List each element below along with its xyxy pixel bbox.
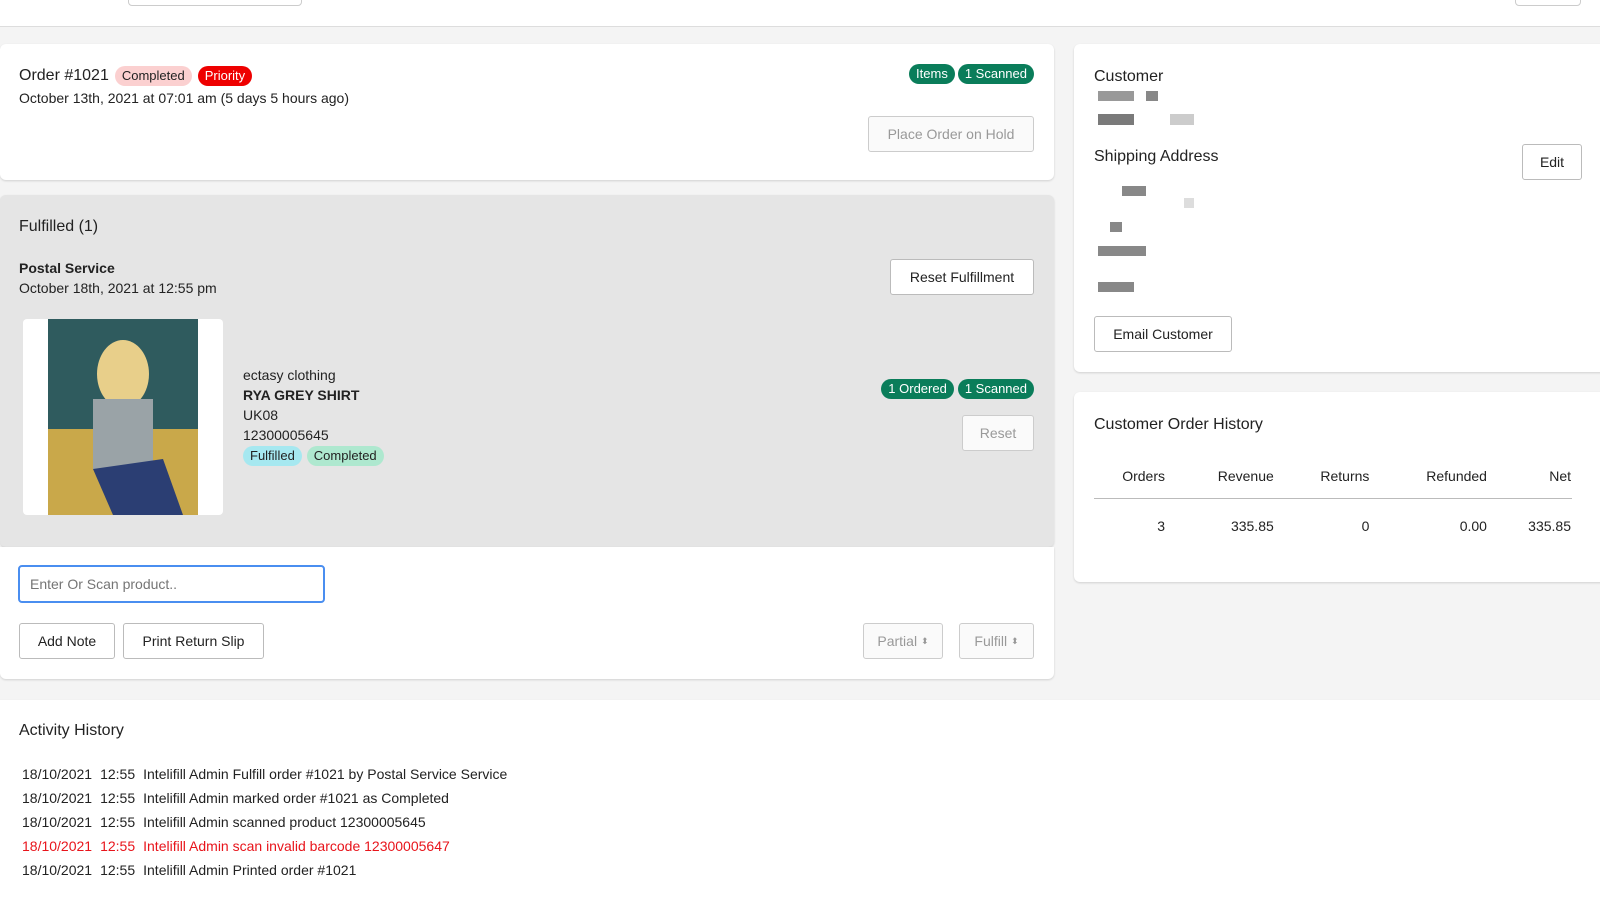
customer-card: Customer Shipping Address Edit Email Cus…: [1074, 44, 1600, 372]
activity-title: Activity History: [19, 722, 124, 740]
col-orders: Orders: [1094, 454, 1166, 498]
edit-address-button[interactable]: Edit: [1522, 144, 1582, 180]
redacted-name: [1098, 91, 1134, 101]
product-image: [23, 319, 223, 515]
activity-time: 12:55: [100, 838, 135, 854]
carrier-name: Postal Service: [19, 260, 115, 276]
items-badge: Items: [909, 64, 955, 84]
activity-row: 18/10/2021 12:55 Intelifill Admin Printed …: [22, 862, 364, 878]
activity-date: 18/10/2021: [22, 838, 92, 854]
add-note-button[interactable]: Add Note: [19, 623, 115, 659]
order-date: October 13th, 2021 at 07:01 am (5 days 5…: [19, 90, 349, 106]
activity-date: 18/10/2021: [22, 814, 92, 830]
fulfill-select[interactable]: Fulfill ⬍: [959, 623, 1034, 659]
reset-fulfillment-button[interactable]: Reset Fulfillment: [890, 259, 1034, 295]
cell-orders: 3: [1094, 498, 1166, 554]
activity-text: Intelifill Admin Fulfill order #1021 by …: [143, 766, 507, 782]
redacted-address: [1098, 246, 1146, 256]
redacted-email: [1098, 114, 1134, 125]
fulfilled-badge: Fulfilled: [243, 446, 302, 466]
order-title: Order #1021: [19, 67, 109, 85]
activity-row: 18/10/2021 12:55 Intelifill Admin Fulfill …: [22, 766, 515, 782]
fulfilled-date: October 18th, 2021 at 12:55 pm: [19, 280, 217, 296]
fulfilled-title: Fulfilled (1): [19, 218, 98, 236]
scanned-badge: 1 Scanned: [958, 64, 1034, 84]
activity-date: 18/10/2021: [22, 862, 92, 878]
activity-text: Intelifill Admin scan invalid barcode 12…: [143, 838, 450, 854]
product-name: RYA GREY SHIRT: [243, 385, 384, 405]
redacted-name: [1146, 91, 1158, 101]
cell-refunded: 0.00: [1370, 498, 1488, 554]
fulfill-label: Fulfill: [974, 633, 1007, 649]
col-net: Net: [1488, 454, 1572, 498]
scan-product-input[interactable]: [18, 565, 325, 603]
product-barcode: 12300005645: [243, 425, 384, 445]
activity-time: 12:55: [100, 766, 135, 782]
activity-text: Intelifill Admin marked order #1021 as C…: [143, 790, 449, 806]
activity-row: 18/10/2021 12:55 Intelifill Admin scan inv…: [22, 838, 458, 854]
cell-returns: 0: [1275, 498, 1371, 554]
product-size: UK08: [243, 405, 384, 425]
completed-badge: Completed: [307, 446, 384, 466]
activity-time: 12:55: [100, 790, 135, 806]
ordered-badge: 1 Ordered: [881, 379, 954, 399]
activity-date: 18/10/2021: [22, 766, 92, 782]
order-card: Order #1021 Completed Priority October 1…: [0, 44, 1054, 180]
col-refunded: Refunded: [1370, 454, 1488, 498]
top-left-control[interactable]: [128, 0, 302, 6]
order-history-title: Customer Order History: [1094, 416, 1263, 434]
activity-row: 18/10/2021 12:55 Intelifill Admin scanned …: [22, 814, 434, 830]
activity-text: Intelifill Admin Printed order #1021: [143, 862, 356, 878]
customer-title: Customer: [1094, 68, 1163, 86]
table-row: 3 335.85 0 0.00 335.85: [1094, 498, 1572, 554]
order-history-card: Customer Order History Orders Revenue Re…: [1074, 392, 1600, 582]
email-customer-button[interactable]: Email Customer: [1094, 316, 1232, 352]
place-on-hold-button[interactable]: Place Order on Hold: [868, 116, 1034, 152]
redacted-email: [1170, 114, 1194, 125]
shipping-address-title: Shipping Address: [1094, 148, 1219, 166]
activity-time: 12:55: [100, 862, 135, 878]
activity-time: 12:55: [100, 814, 135, 830]
redacted-address: [1098, 282, 1134, 292]
status-badge: Completed: [115, 66, 192, 86]
redacted-address: [1122, 186, 1146, 196]
product-brand: ectasy clothing: [243, 365, 384, 385]
cell-revenue: 335.85: [1166, 498, 1275, 554]
order-history-table: Orders Revenue Returns Refunded Net 3 33…: [1094, 454, 1572, 554]
partial-label: Partial: [877, 633, 917, 649]
top-right-control[interactable]: [1515, 0, 1581, 6]
sort-arrows-icon: ⬍: [1011, 636, 1019, 647]
partial-select[interactable]: Partial ⬍: [863, 623, 943, 659]
fulfilled-card: Fulfilled (1) Postal Service October 18t…: [0, 195, 1054, 547]
activity-date: 18/10/2021: [22, 790, 92, 806]
col-returns: Returns: [1275, 454, 1371, 498]
print-return-slip-button[interactable]: Print Return Slip: [123, 623, 264, 659]
top-bar: [0, 0, 1600, 27]
redacted-address: [1184, 198, 1194, 208]
cell-net: 335.85: [1488, 498, 1572, 554]
redacted-address: [1110, 222, 1122, 232]
activity-row: 18/10/2021 12:55 Intelifill Admin marked o…: [22, 790, 457, 806]
item-reset-button[interactable]: Reset: [962, 415, 1034, 451]
priority-badge: Priority: [198, 66, 252, 86]
activity-text: Intelifill Admin scanned product 1230000…: [143, 814, 426, 830]
sort-arrows-icon: ⬍: [921, 636, 929, 647]
scan-card: Add Note Print Return Slip Partial ⬍ Fulf…: [0, 547, 1054, 679]
col-revenue: Revenue: [1166, 454, 1275, 498]
activity-card: Activity History 18/10/2021 12:55 Intelifi…: [0, 700, 1600, 920]
item-scanned-badge: 1 Scanned: [958, 379, 1034, 399]
product-photo-icon: [23, 319, 223, 515]
